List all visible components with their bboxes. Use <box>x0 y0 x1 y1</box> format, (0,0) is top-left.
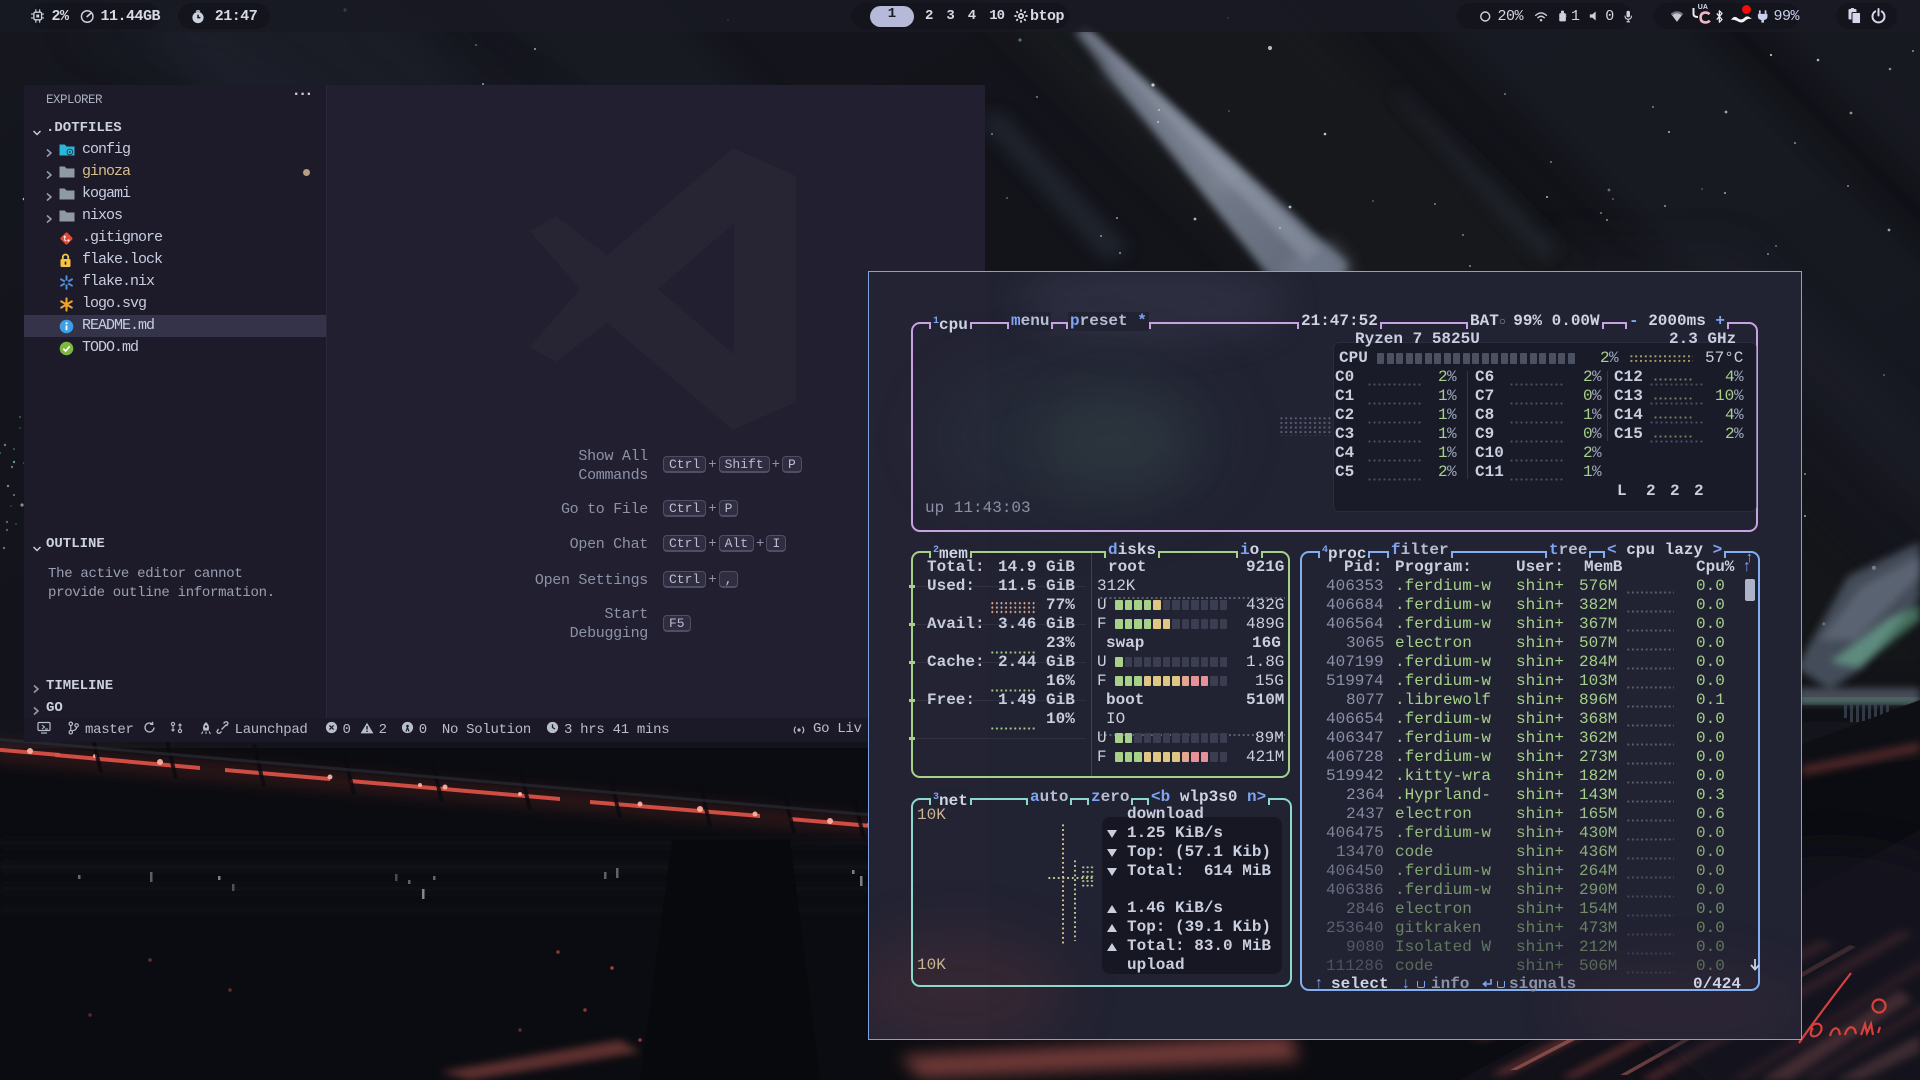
svg-text:x: x <box>1566 13 1567 18</box>
